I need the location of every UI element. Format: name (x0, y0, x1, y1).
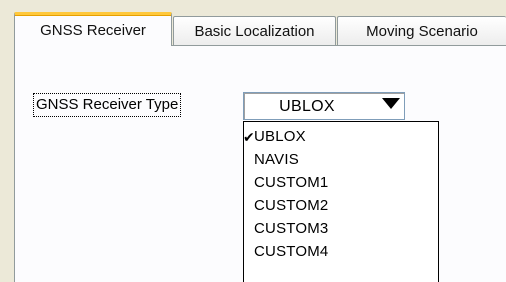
dropdown-option-custom3[interactable]: CUSTOM3 (244, 217, 438, 240)
settings-window: GNSS Receiver Basic Localization Moving … (0, 0, 506, 282)
dropdown-arrow-icon[interactable] (382, 98, 400, 109)
tab-strip: GNSS Receiver Basic Localization Moving … (0, 0, 506, 46)
gnss-receiver-type-label: GNSS Receiver Type (33, 93, 182, 117)
dropdown-option-custom4[interactable]: CUSTOM4 (244, 240, 438, 263)
tab-basic-localization[interactable]: Basic Localization (173, 16, 336, 46)
receiver-type-dropdown-list: ✔ UBLOX NAVIS CUSTOM1 CUSTOM2 CUSTOM3 CU… (243, 121, 439, 282)
option-label: CUSTOM4 (254, 243, 329, 260)
option-label: CUSTOM3 (254, 220, 329, 237)
combobox-selected-value: UBLOX (279, 98, 335, 115)
dropdown-option-ublox[interactable]: ✔ UBLOX (244, 125, 438, 148)
tab-label: GNSS Receiver (40, 22, 146, 39)
tab-label: Moving Scenario (366, 23, 478, 40)
option-label: NAVIS (254, 151, 299, 168)
tab-moving-scenario[interactable]: Moving Scenario (337, 16, 506, 46)
option-label: UBLOX (254, 128, 306, 145)
dropdown-option-navis[interactable]: NAVIS (244, 148, 438, 171)
tab-gnss-receiver[interactable]: GNSS Receiver (14, 12, 172, 46)
option-label: CUSTOM2 (254, 197, 329, 214)
checkmark-icon: ✔ (243, 129, 255, 145)
gnss-receiver-type-combobox[interactable]: UBLOX (243, 92, 405, 120)
tab-label: Basic Localization (194, 23, 315, 40)
gnss-receiver-panel: GNSS Receiver Type UBLOX ✔ UBLOX NAVIS C… (14, 45, 506, 282)
dropdown-option-custom2[interactable]: CUSTOM2 (244, 194, 438, 217)
dropdown-option-custom1[interactable]: CUSTOM1 (244, 171, 438, 194)
option-label: CUSTOM1 (254, 174, 329, 191)
